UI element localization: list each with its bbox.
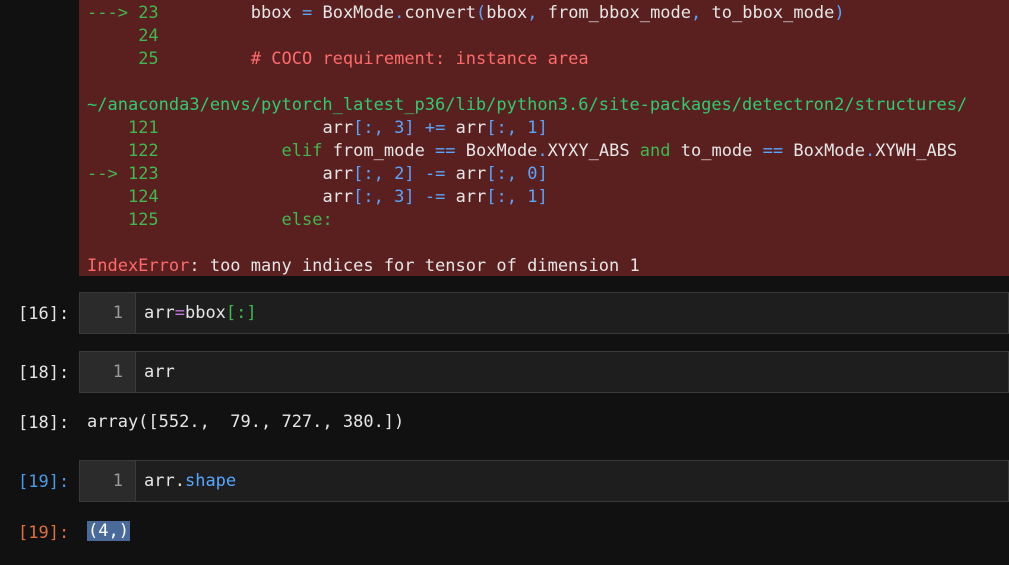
code-line[interactable]: arr=bbox[:] xyxy=(144,293,257,333)
output-prompt: [19]: xyxy=(18,523,70,543)
code-line[interactable]: arr.shape xyxy=(144,461,236,501)
input-prompt: [16]: xyxy=(18,304,70,324)
line-number: 1 xyxy=(80,461,136,501)
traceback-file-path: ~/anaconda3/envs/pytorch_latest_p36/lib/… xyxy=(87,95,968,115)
line-number: 1 xyxy=(80,293,136,333)
error-message: IndexError: too many indices for tensor … xyxy=(87,256,640,276)
code-cell[interactable]: 1 arr=bbox[:] xyxy=(79,292,1009,334)
traceback-line: 24 xyxy=(138,26,159,46)
traceback-output: ---> 23 bbox = BoxMode.convert(bbox, fro… xyxy=(79,0,1009,276)
cell-output: array([552., 79., 727., 380.]) xyxy=(87,412,405,432)
line-number: 1 xyxy=(80,352,136,392)
output-prompt: [18]: xyxy=(18,413,70,433)
traceback-line: 25 # COCO requirement: instance area xyxy=(138,49,589,69)
traceback-line: 121 arr[:, 3] += arr[:, 1] xyxy=(127,118,548,138)
input-prompt: [18]: xyxy=(18,363,70,383)
code-cell[interactable]: 1 arr xyxy=(79,351,1009,393)
traceback-line: 125 else: xyxy=(127,210,333,230)
input-prompt: [19]: xyxy=(18,472,70,492)
traceback-line: 124 arr[:, 3] -= arr[:, 1] xyxy=(127,187,548,207)
code-line[interactable]: arr xyxy=(144,352,175,392)
traceback-line: --> 123 arr[:, 2] -= arr[:, 0] xyxy=(87,164,548,184)
traceback-line: ---> 23 bbox = BoxMode.convert(bbox, fro… xyxy=(87,3,845,23)
cell-output: (4,) xyxy=(87,520,130,542)
selected-output-text[interactable]: (4,) xyxy=(87,521,130,541)
code-cell[interactable]: 1 arr.shape xyxy=(79,460,1009,502)
traceback-line: 122 elif from_mode == BoxMode.XYXY_ABS a… xyxy=(127,141,958,161)
